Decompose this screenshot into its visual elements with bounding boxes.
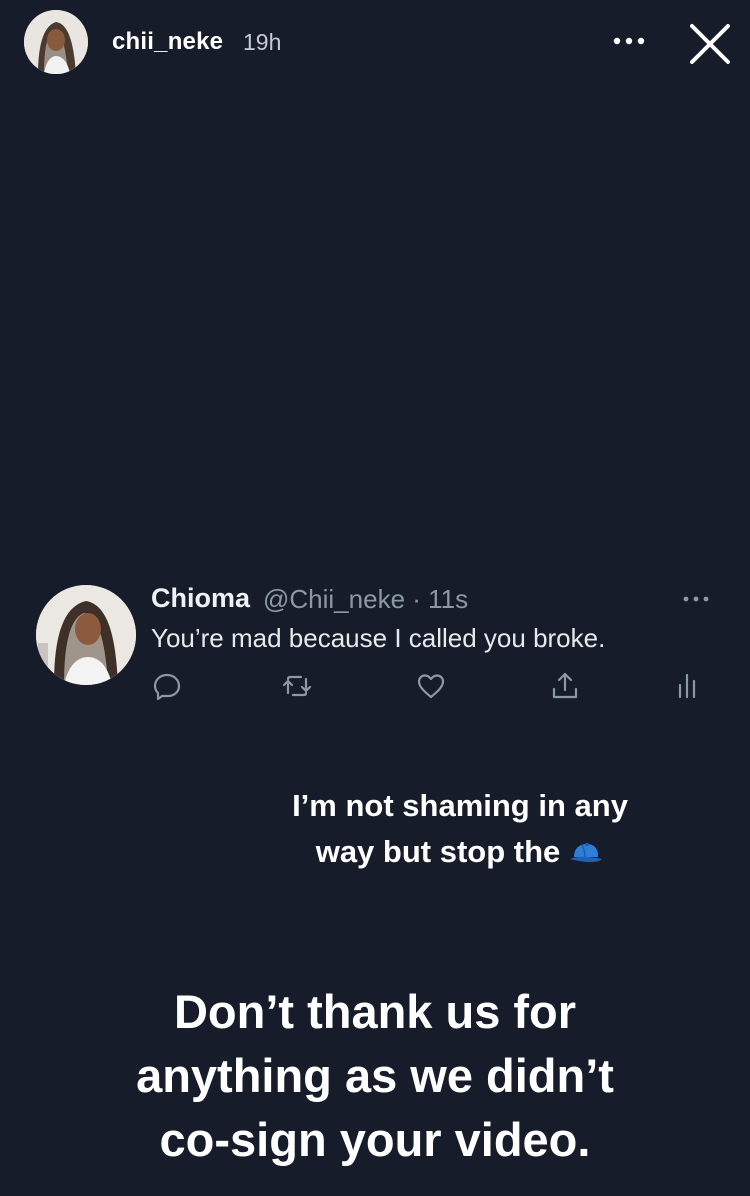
tweet-avatar-image [36,585,136,685]
story-caption-large: Don’t thank us for anything as we didn’t… [60,980,690,1172]
profile-avatar[interactable] [24,10,88,74]
more-options-button[interactable] [608,26,650,56]
tweet-display-name: Chioma [151,583,251,613]
avatar-image [24,10,88,74]
close-icon [690,24,730,64]
analytics-icon [678,673,696,699]
caption-large-line-2: anything as we didn’t [136,1049,614,1102]
tweet-actions [0,671,750,701]
retweet-icon [282,675,312,697]
blue-cap-icon [570,842,603,862]
tweet-more-icon [680,589,712,609]
share-icon [552,672,578,699]
like-icon [417,674,445,699]
story-username[interactable]: chii_neke [112,28,223,56]
tweet-handle-time: @Chii_neke · 11s [263,584,469,614]
tweet-card: Chioma @Chii_neke · 11s You’re mad becau… [0,575,750,715]
story-caption-small: I’m not shaming in any way but stop the [270,783,650,875]
caption-small-line-1: I’m not shaming in any [292,788,628,823]
caption-small-line-2-wrap: way but stop the [270,829,650,875]
caption-small-line-2: way but stop the [315,834,561,869]
tweet-text: You’re mad because I called you broke. [151,623,606,653]
caption-large-line-1: Don’t thank us for [173,985,577,1038]
more-dots-icon [613,37,645,45]
story-timestamp: 19h [243,29,282,55]
reply-icon [153,673,181,701]
caption-large-line-3: co-sign your video. [159,1113,591,1166]
story-viewer[interactable]: chii_neke 19h Chioma @Chii_neke · 11s Yo… [0,0,750,1196]
tweet-avatar [36,585,136,685]
close-button[interactable] [686,20,734,68]
story-header: chii_neke 19h [0,0,750,90]
